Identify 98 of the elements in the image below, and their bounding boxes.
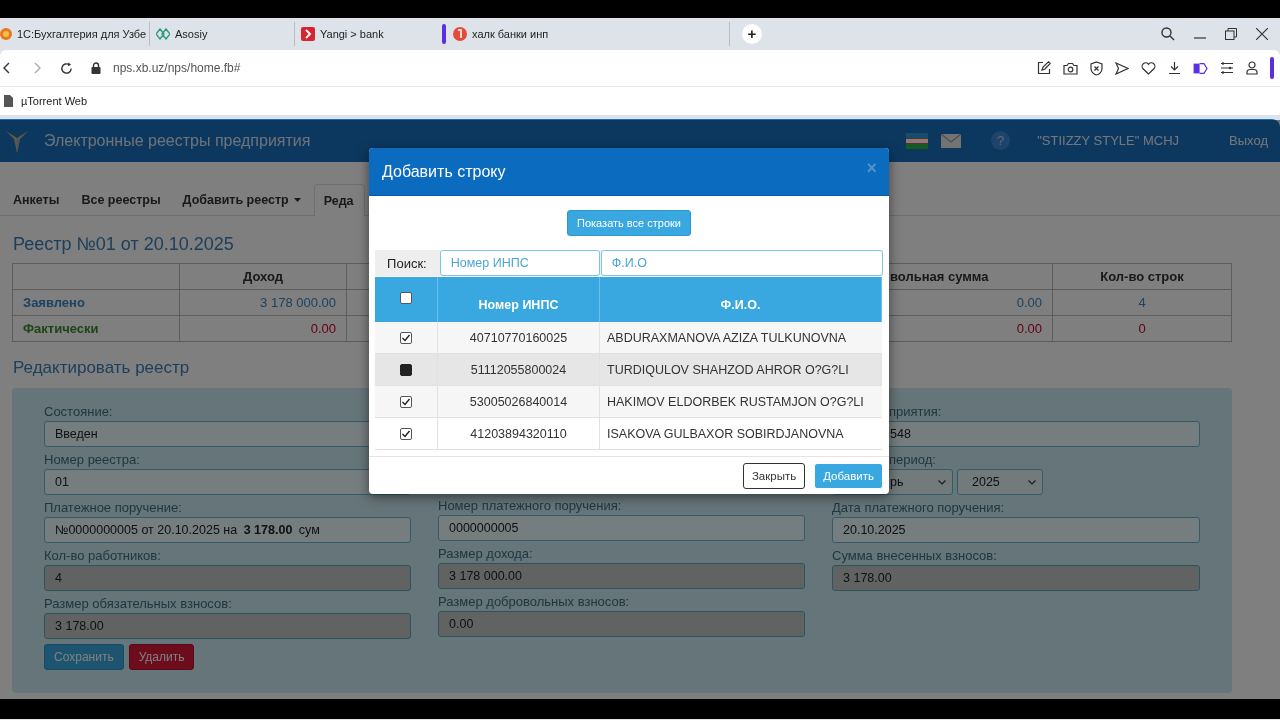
nav-tab[interactable]: Добавить реестр [171, 184, 312, 215]
table-row-label[interactable]: Заявлено [13, 290, 180, 316]
input-field[interactable]: 3 178.00 [44, 613, 411, 639]
restore-icon[interactable] [1225, 28, 1237, 40]
table-cell: 0.00 [890, 290, 1053, 316]
search-field[interactable]: Номер ИНПС [439, 250, 600, 276]
field-label: Дата платежного поручения: [832, 499, 1006, 517]
search-field[interactable]: Ф.И.О [600, 250, 883, 276]
table-header-cell: вольная сумма [890, 264, 1053, 290]
table-cell: 51112055800024 [438, 354, 600, 386]
checkbox[interactable] [400, 291, 412, 304]
field-label: Размер дохода: [438, 545, 534, 563]
field-label: приятия: [888, 403, 943, 421]
field-label: Платежное поручение: [44, 499, 183, 517]
table-cell: 0.00 [890, 316, 1053, 342]
checkbox[interactable] [400, 363, 412, 376]
show-all-button[interactable]: Показать все строки [567, 210, 691, 236]
table-cell: ABDURAXMANOVA AZIZA TULKUNOVNA [600, 322, 882, 354]
table-cell: TURDIQULOV SHAHZOD AHROR O?G?LI [600, 354, 882, 386]
mail-icon[interactable] [941, 133, 962, 148]
input-field[interactable]: 4 [44, 565, 411, 591]
address-field[interactable]: nps.xb.uz/nps/home.fb# [113, 61, 241, 75]
input-field[interactable]: 3 178.00 [832, 565, 1200, 591]
field-label: Размер добровольных взносов: [438, 593, 631, 611]
checkbox[interactable] [400, 331, 412, 344]
dialog-title: Добавить строку [382, 162, 506, 181]
chevron-down-icon [938, 479, 946, 485]
diamond-logo-icon [156, 28, 170, 40]
input-field[interactable]: 20.10.2025 [832, 517, 1200, 543]
edit-icon[interactable] [1037, 61, 1051, 75]
close-icon[interactable] [1256, 28, 1268, 40]
tab-group-marker [442, 24, 446, 44]
dialog-button[interactable]: Закрыть [742, 462, 806, 489]
table-cell: 3 178 000.00 [180, 290, 347, 316]
field-label: Состояние: [44, 403, 114, 421]
back-icon[interactable] [2, 62, 10, 74]
flag-icon[interactable] [906, 132, 929, 149]
caret-icon [293, 198, 301, 202]
bookmark-link[interactable]: µTorrent Web [4, 95, 88, 107]
heart-icon[interactable] [1141, 61, 1156, 75]
registry-heading: Реестр №01 от 20.10.2025 [13, 234, 234, 256]
field-label: Сумма внесенных взносов: [832, 547, 998, 565]
lock-icon [91, 62, 101, 74]
ring-logo-icon [0, 28, 12, 40]
nav-tab[interactable]: Все реестры [70, 184, 172, 215]
input-field[interactable]: 0.00 [438, 611, 805, 637]
table-header-cell: Ф.И.О. [600, 277, 882, 322]
logo-icon [6, 128, 28, 153]
table-cell: HAKIMOV ELDORBEK RUSTAMJON O?G?LI [600, 386, 882, 418]
round-logo-icon [453, 27, 467, 41]
field-label: Размер обязательных взносов: [44, 595, 233, 613]
search-label: Поиск: [386, 255, 428, 271]
table-header-cell: Номер ИНПС [438, 277, 600, 322]
dialog-button[interactable]: Добавить [814, 462, 883, 489]
browser-tab[interactable]: 1С:Бухгалтерия для Узбе [0, 22, 150, 46]
form-button[interactable]: Удалить [128, 644, 195, 670]
search-icon[interactable] [1161, 27, 1175, 41]
input-field[interactable]: №0000000005 от 20.10.2025 на 3 178.00 сум [44, 517, 411, 543]
table-cell: 41203894320110 [438, 418, 600, 450]
download-icon[interactable] [1168, 61, 1181, 75]
file-icon [4, 95, 13, 107]
input-field[interactable]: 0000000005 [438, 515, 805, 541]
field-label: Кол-во работников: [44, 547, 162, 565]
form-heading: Редактировать реестр [13, 358, 190, 379]
checkbox[interactable] [400, 427, 412, 440]
input-field[interactable]: 3 178 000.00 [438, 563, 805, 589]
browser-tab[interactable]: Asosiy [150, 22, 295, 46]
browser-tab[interactable]: халк банки инп [440, 22, 730, 46]
table-cell: 4 [1053, 290, 1232, 316]
app-title: Электронные реестры предприятия [44, 131, 311, 150]
table-cell: 53005026840014 [438, 386, 600, 418]
select-field[interactable]: 2025 [957, 469, 1043, 495]
camera-icon[interactable] [1063, 61, 1078, 75]
logout-link[interactable]: Выход [1229, 133, 1268, 148]
table-cell: 0.00 [180, 316, 347, 342]
field-label: Номер реестра: [44, 451, 141, 469]
browser-tab[interactable]: Yangi > bank [295, 22, 440, 46]
table-cell: 0 [1053, 316, 1232, 342]
battery-icon[interactable] [1193, 62, 1208, 74]
field-label: Номер платежного поручения: [438, 497, 623, 515]
shield-icon[interactable] [1090, 60, 1103, 76]
chevron-logo-icon [301, 27, 315, 41]
nav-tab[interactable]: Анкеты [0, 184, 71, 215]
table-header-cell: Кол-во строк [1053, 264, 1232, 290]
checkbox[interactable] [400, 395, 412, 408]
nav-tab[interactable]: Реда [313, 184, 365, 216]
send-icon[interactable] [1115, 61, 1129, 75]
field-label: период: [888, 451, 937, 469]
new-tab-button[interactable]: + [742, 24, 762, 44]
user-icon[interactable] [1246, 61, 1258, 75]
reload-icon[interactable] [60, 61, 73, 75]
settings-sliders-icon[interactable] [1220, 62, 1234, 74]
sidebar-handle[interactable] [1270, 57, 1274, 79]
table-header-cell: Доход [180, 264, 347, 290]
company-name[interactable]: "STIIZZY STYLE" MCHJ [1037, 133, 1180, 148]
table-cell: 40710770160025 [438, 322, 600, 354]
chevron-down-icon [1028, 479, 1036, 485]
table-row-label[interactable]: Фактически [13, 316, 180, 342]
